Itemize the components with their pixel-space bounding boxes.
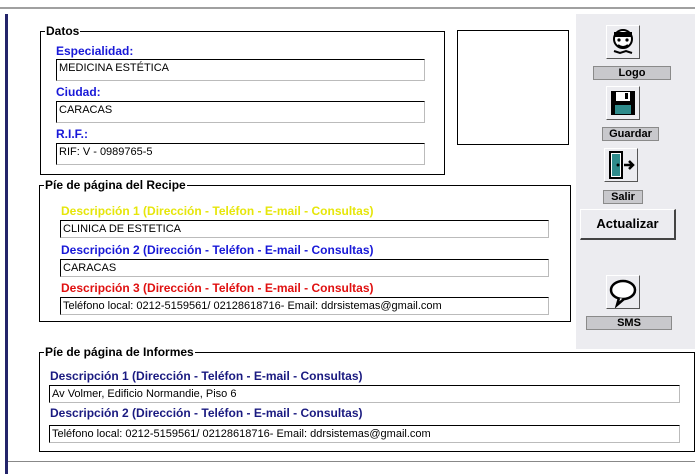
recipe-desc1-label: Descripción 1 (Dirección - Teléfon - E-m… — [61, 204, 374, 218]
actualizar-button[interactable]: Actualizar — [580, 209, 676, 240]
sms-button[interactable] — [606, 275, 640, 309]
save-button[interactable] — [606, 86, 640, 120]
informes-desc1-field[interactable]: Av Volmer, Edificio Normandie, Piso 6 — [49, 385, 680, 403]
top-border — [0, 7, 695, 9]
recipe-desc3-field[interactable]: Teléfono local: 0212-5159561/ 0212861871… — [60, 297, 549, 315]
informes-desc1-label: Descripción 1 (Dirección - Teléfon - E-m… — [50, 369, 363, 383]
logo-icon — [613, 29, 633, 55]
informes-desc2-field[interactable]: Teléfono local: 0212-5159561/ 0212861871… — [49, 425, 680, 443]
sms-label[interactable]: SMS — [586, 316, 672, 330]
ciudad-label: Ciudad: — [56, 85, 101, 99]
informes-footer-legend: Píe de página de Informes — [45, 345, 194, 359]
recipe-desc1-field[interactable]: CLINICA DE ESTETICA — [60, 220, 549, 238]
left-border — [5, 14, 8, 474]
recipe-desc2-label: Descripción 2 (Dirección - Teléfon - E-m… — [61, 243, 374, 257]
especialidad-label: Especialidad: — [56, 44, 134, 58]
datos-legend: Datos — [46, 24, 80, 38]
rif-label: R.I.F.: — [56, 127, 88, 141]
recipe-desc3-label: Descripción 3 (Dirección - Teléfon - E-m… — [61, 281, 374, 295]
guardar-label[interactable]: Guardar — [602, 127, 659, 141]
sms-icon — [609, 279, 637, 309]
ciudad-field[interactable]: CARACAS — [56, 101, 425, 123]
informes-desc2-label: Descripción 2 (Dirección - Teléfon - E-m… — [50, 406, 363, 420]
salir-label[interactable]: Salir — [603, 190, 643, 204]
recipe-footer-legend: Píe de página del Recipe — [45, 178, 186, 192]
rif-field[interactable]: RIF: V - 0989765-5 — [56, 143, 425, 165]
recipe-desc2-field[interactable]: CARACAS — [60, 259, 549, 277]
bottom-divider — [8, 461, 695, 462]
logo-button[interactable] — [606, 25, 640, 59]
save-icon — [611, 91, 635, 115]
exit-button[interactable] — [604, 148, 638, 182]
especialidad-field[interactable]: MEDICINA ESTÉTICA — [56, 59, 425, 81]
logo-preview — [457, 30, 569, 145]
logo-label[interactable]: Logo — [593, 66, 671, 80]
exit-icon — [609, 151, 635, 179]
